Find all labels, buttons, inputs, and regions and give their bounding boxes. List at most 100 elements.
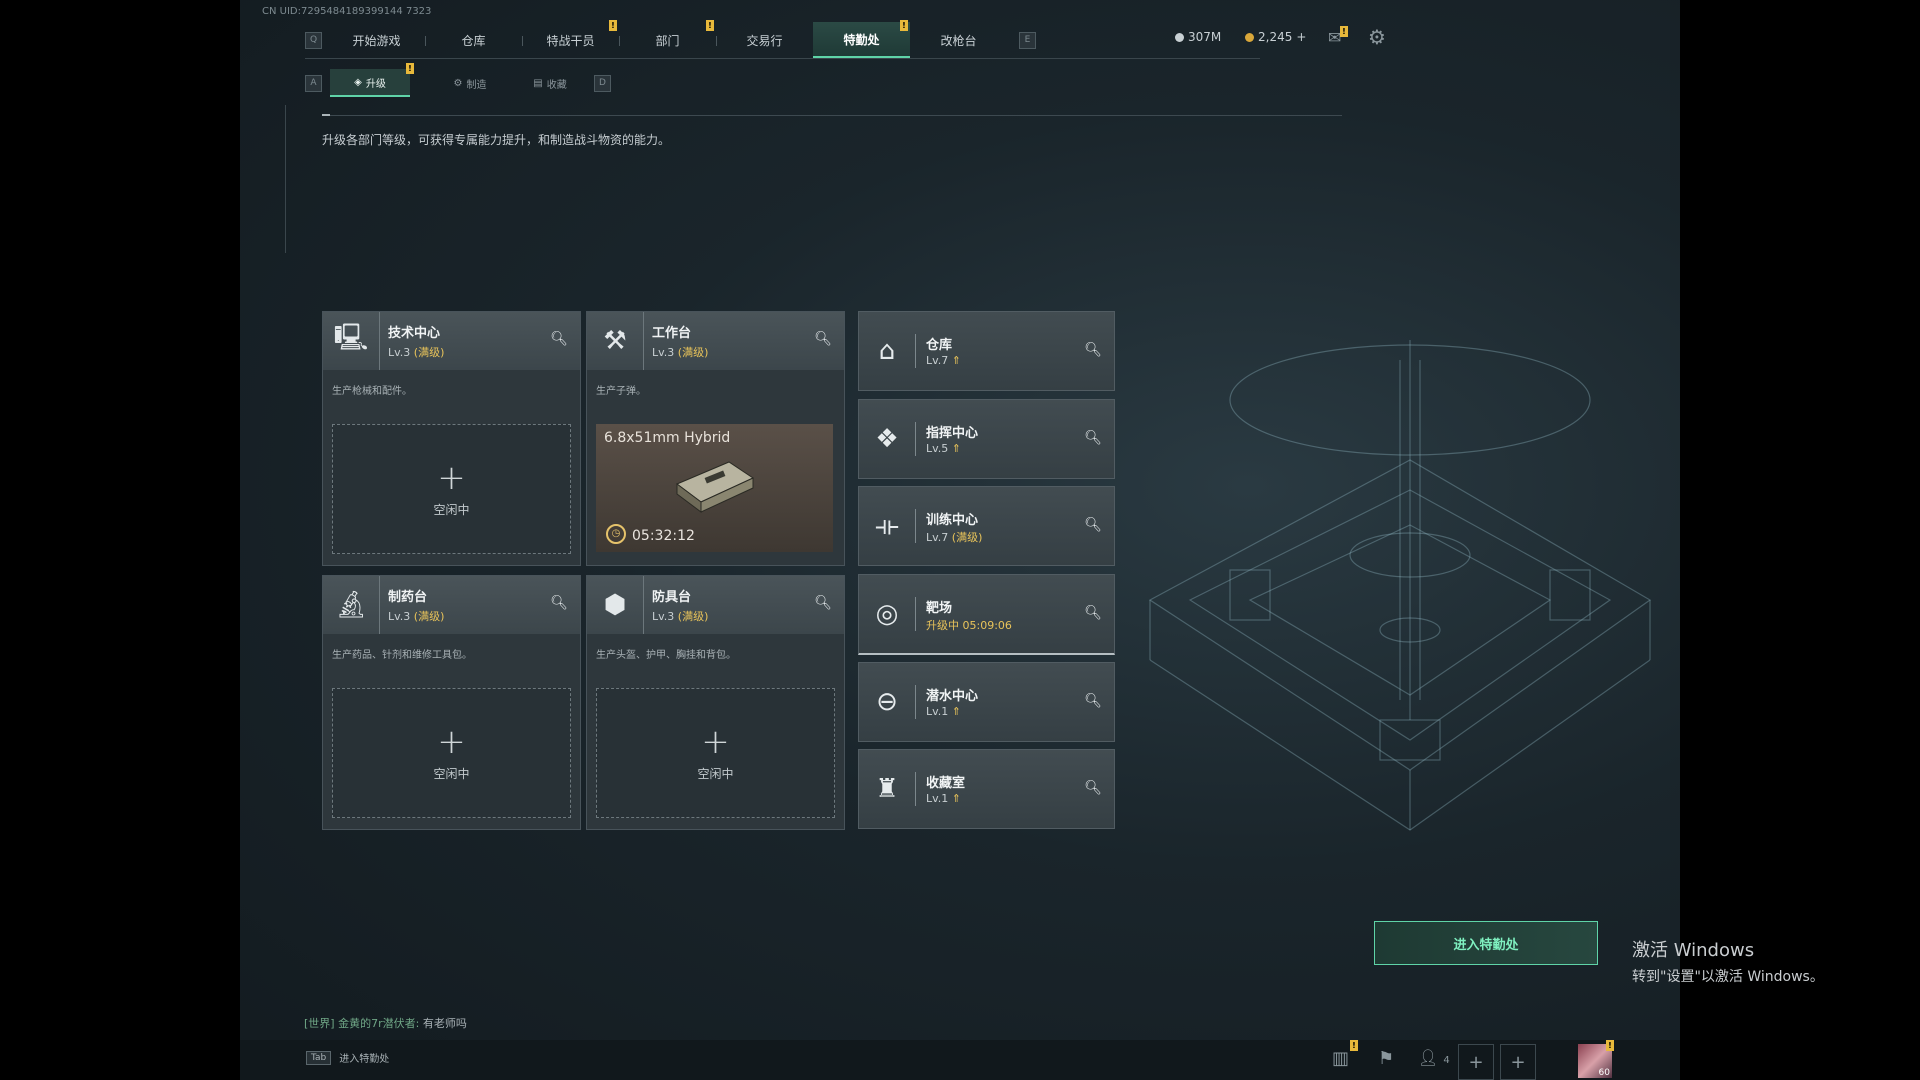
gold-currency[interactable]: 2,245 + [1245, 30, 1306, 44]
windows-activation-watermark: 激活 Windows 转到"设置"以激活 Windows。 [1632, 936, 1824, 986]
world-chat-message[interactable]: [世界] 金黄的7r潜伏者: 有老师吗 [304, 1015, 467, 1031]
workshop-card-tech-center[interactable]: 🖳 技术中心 Lv.3 (满级) 🔍︎ 生产枪械和配件。 + 空闲中 [322, 311, 581, 566]
friends-icon[interactable]: 👤︎ 4 [1418, 1048, 1450, 1067]
dept-name: 收藏室 [926, 776, 966, 791]
collection-icon: ▤ [533, 77, 543, 89]
craft-timer: 05:32:12 [632, 528, 695, 544]
search-icon[interactable]: 🔍︎ [1084, 780, 1102, 796]
search-icon[interactable]: 🔍︎ [814, 331, 832, 347]
search-icon[interactable]: 🔍︎ [550, 331, 568, 347]
workshop-name: 技术中心 [388, 326, 441, 341]
dept-name: 指挥中心 [926, 426, 979, 441]
divider [915, 597, 916, 631]
dept-card-diving-center[interactable]: ⊖ 潜水中心 Lv.1 ⇑ 🔍︎ [858, 662, 1115, 742]
dept-card-collection-room[interactable]: ♜ 收藏室 Lv.1 ⇑ 🔍︎ [858, 749, 1115, 829]
search-icon[interactable]: 🔍︎ [1084, 430, 1102, 446]
clock-icon: ◷ [606, 524, 626, 544]
workshop-card-armor-bench[interactable]: ⬢ 防具台 Lv.3 (满级) 🔍︎ 生产头盔、护甲、胸挂和背包。 + 空闲中 [586, 575, 845, 830]
dept-name: 靶场 [926, 601, 953, 616]
workshop-card-pharmacy[interactable]: 🔬︎ 制药台 Lv.3 (满级) 🔍︎ 生产药品、针剂和维修工具包。 + 空闲中 [322, 575, 581, 830]
nav-next-key[interactable]: E [1019, 31, 1036, 49]
armor-icon: ⬢ [587, 576, 644, 634]
max-level-tag: (满级) [413, 610, 445, 623]
tab-start-game[interactable]: 开始游戏 [328, 22, 425, 58]
decor-line [285, 105, 286, 253]
search-icon[interactable]: 🔍︎ [1084, 342, 1102, 358]
dept-card-warehouse[interactable]: ⌂ 仓库 Lv.7 ⇑ 🔍︎ [858, 311, 1115, 391]
base-hologram [1148, 340, 1652, 831]
avatar-level: 60 [1598, 1068, 1610, 1078]
gear-icon[interactable]: ⚙ [1368, 25, 1386, 49]
silver-currency[interactable]: 307M [1175, 30, 1221, 44]
notification-badge: ! [1340, 26, 1348, 37]
tab-departments[interactable]: 部门! [619, 20, 716, 58]
nav-prev-key[interactable]: Q [305, 31, 322, 49]
production-slot[interactable]: + 空闲中 [332, 424, 571, 554]
tab-shortcut-label: 进入特勤处 [339, 1054, 390, 1065]
notification-badge: ! [406, 63, 414, 74]
workshop-description: 生产枪械和配件。 [332, 386, 412, 397]
search-icon[interactable]: 🔍︎ [1084, 693, 1102, 709]
tab-operators[interactable]: 特战干员! [522, 20, 619, 58]
tab-shortcut[interactable]: Tab 进入特勤处 [306, 1050, 389, 1065]
subnav-next-key[interactable]: D [594, 74, 611, 92]
add-currency-button[interactable]: + [1296, 30, 1306, 44]
upgrade-status: 升级中 05:09:06 [926, 619, 1012, 632]
tab-trading[interactable]: 交易行 [716, 22, 813, 58]
dept-card-training-center[interactable]: ⟛ 训练中心 Lv.7 (满级) 🔍︎ [858, 486, 1115, 566]
search-icon[interactable]: 🔍︎ [814, 595, 832, 611]
search-icon[interactable]: 🔍︎ [550, 595, 568, 611]
upgrade-arrow-icon: ⇑ [951, 705, 961, 718]
subtab-craft[interactable]: ⚙ 制造 [430, 70, 510, 96]
dept-card-shooting-range[interactable]: ◎ 靶场 升级中 05:09:06 🔍︎ [858, 574, 1115, 655]
add-slot-button[interactable]: + [1458, 1044, 1494, 1080]
tab-gunsmith[interactable]: 改枪台 [910, 22, 1007, 58]
max-level-tag: (满级) [413, 346, 445, 359]
add-slot-button[interactable]: + [1500, 1044, 1536, 1080]
workshop-level: Lv.3 [652, 610, 675, 623]
dept-name: 潜水中心 [926, 689, 979, 704]
uid-label: CN UID:7295484189399144 7323 [262, 6, 432, 17]
watermark-line2: 转到"设置"以激活 Windows。 [1632, 969, 1824, 985]
dept-name: 训练中心 [926, 513, 979, 528]
craft-item-name: 6.8x51mm Hybrid [604, 430, 731, 446]
chat-user: 金黄的7r潜伏者: [338, 1017, 420, 1030]
dept-level: Lv.1 [926, 705, 949, 718]
stats-icon[interactable]: ▥ [1332, 1048, 1349, 1069]
dept-level: Lv.7 [926, 354, 949, 367]
search-icon[interactable]: 🔍︎ [1084, 605, 1102, 621]
production-slot[interactable]: + 空闲中 [596, 688, 835, 818]
workshop-level: Lv.3 [388, 610, 411, 623]
workshop-name: 制药台 [388, 590, 428, 605]
plus-icon: + [701, 721, 730, 762]
notification-badge: ! [609, 20, 617, 31]
sub-nav: A ◈ 升级 ! ⚙ 制造 ▤ 收藏 D [305, 63, 611, 97]
subtab-upgrade[interactable]: ◈ 升级 ! [330, 63, 414, 97]
flag-icon[interactable]: ⚑ [1378, 1048, 1394, 1069]
divider-accent [322, 114, 330, 116]
content-divider [322, 115, 1342, 116]
slot-status: 空闲中 [433, 502, 470, 517]
crafting-slot[interactable]: 6.8x51mm Hybrid ◷ 05:32:12 [596, 424, 833, 552]
dept-card-command-center[interactable]: ❖ 指挥中心 Lv.5 ⇑ 🔍︎ [858, 399, 1115, 479]
workshop-level: Lv.3 [388, 346, 411, 359]
computer-icon: 🖳 [323, 312, 380, 370]
subnav-prev-key[interactable]: A [305, 74, 322, 92]
upgrade-icon: ◈ [354, 76, 362, 88]
workshop-card-workbench[interactable]: ⚒ 工作台 Lv.3 (满级) 🔍︎ 生产子弹。 6.8x51mm Hybrid… [586, 311, 845, 566]
tab-warehouse[interactable]: 仓库 [425, 22, 522, 58]
production-slot[interactable]: + 空闲中 [332, 688, 571, 818]
dumbbell-icon: ⟛ [875, 510, 899, 541]
gold-coin-icon [1245, 32, 1254, 42]
microscope-icon: 🔬︎ [323, 576, 380, 634]
workshop-description: 生产子弹。 [596, 386, 646, 397]
search-icon[interactable]: 🔍︎ [1084, 517, 1102, 533]
game-screen: CN UID:7295484189399144 7323 Q 开始游戏 仓库 特… [240, 0, 1680, 1080]
command-icon: ❖ [875, 424, 899, 454]
subtab-collection[interactable]: ▤ 收藏 [510, 70, 590, 96]
enter-special-ops-button[interactable]: 进入特勤处 [1374, 921, 1598, 965]
tab-special-ops[interactable]: 特勤处! [813, 20, 910, 58]
max-level-tag: (满级) [677, 610, 709, 623]
silver-coin-icon [1175, 32, 1184, 42]
nav-divider [305, 58, 1260, 59]
